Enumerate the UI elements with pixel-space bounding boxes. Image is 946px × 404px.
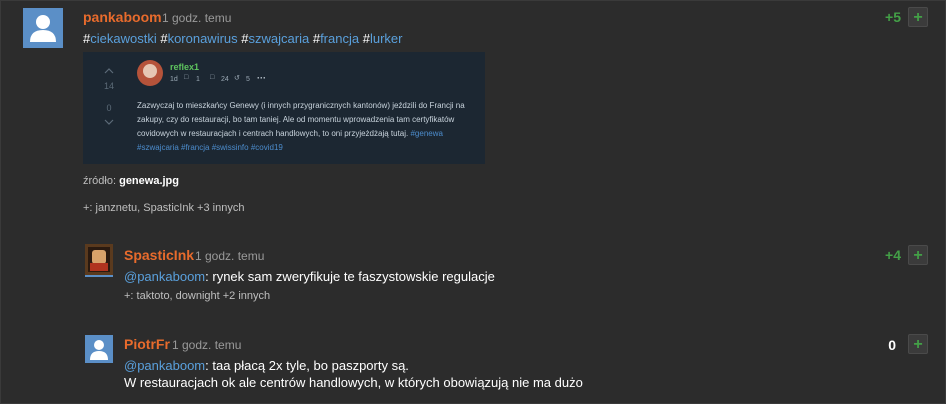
comment-text: @pankaboom: taa płacą 2x tyle, bo paszpo… bbox=[124, 358, 409, 373]
embed-more-icon: ··· bbox=[257, 73, 266, 83]
embed-up-count: 14 bbox=[103, 81, 114, 91]
post-voters[interactable]: +: janznetu, SpasticInk +3 innych bbox=[83, 202, 244, 214]
comment-time[interactable]: 1 godz. temu bbox=[172, 338, 241, 352]
embed-shares: 5 bbox=[246, 76, 250, 83]
mention-link[interactable]: @pankaboom bbox=[124, 269, 205, 284]
comment-author[interactable]: SpasticInk bbox=[124, 247, 194, 263]
embedded-image[interactable]: 14 0 reflex1 1d □ 1 □ 24 ↺ 5 ··· Zazwycz… bbox=[83, 52, 485, 164]
post-plus-button[interactable]: + bbox=[908, 7, 928, 27]
upvote-arrow-icon bbox=[104, 68, 114, 74]
embed-avatar bbox=[137, 60, 163, 86]
embed-share-icon: ↺ bbox=[234, 75, 240, 82]
avatar[interactable] bbox=[23, 8, 63, 48]
downvote-arrow-icon bbox=[104, 119, 114, 125]
tag-link[interactable]: koronawirus bbox=[168, 31, 238, 46]
embed-nick: reflex1 bbox=[170, 62, 200, 72]
tag-link[interactable]: lurker bbox=[370, 31, 403, 46]
avatar[interactable] bbox=[85, 335, 113, 363]
comment-voters[interactable]: +: taktoto, downight +2 innych bbox=[124, 290, 270, 302]
comment-score: 0 bbox=[888, 337, 896, 353]
embed-down-count: 0 bbox=[106, 103, 112, 113]
comment-plus-button[interactable]: + bbox=[908, 334, 928, 354]
tag-link[interactable]: szwajcaria bbox=[249, 31, 310, 46]
embed-bookmarks: 24 bbox=[221, 76, 229, 83]
mention-link[interactable]: @pankaboom bbox=[124, 358, 205, 373]
source-line: źródło: genewa.jpg bbox=[83, 175, 179, 187]
comment-text: @pankaboom: rynek sam zweryfikuje te fas… bbox=[124, 269, 495, 284]
embed-comments: 1 bbox=[196, 76, 200, 83]
avatar[interactable] bbox=[85, 244, 113, 277]
comment-text-line2: W restauracjach ok ale centrów handlowyc… bbox=[124, 375, 583, 390]
comment-plus-button[interactable]: + bbox=[908, 245, 928, 265]
post-author[interactable]: pankaboom bbox=[83, 9, 162, 25]
source-file-link[interactable]: genewa.jpg bbox=[119, 175, 179, 187]
comment-score: +4 bbox=[885, 247, 901, 263]
embed-age: 1d bbox=[170, 76, 178, 83]
post-time[interactable]: 1 godz. temu bbox=[162, 11, 231, 25]
post-tags: #ciekawostki #koronawirus #szwajcaria #f… bbox=[83, 31, 403, 46]
post-score: +5 bbox=[885, 9, 901, 25]
tag-link[interactable]: francja bbox=[320, 31, 359, 46]
embed-text: Zazwyczaj to mieszkańcy Genewy (i innych… bbox=[137, 101, 465, 152]
comment-author[interactable]: PiotrFr bbox=[124, 336, 170, 352]
embed-bookmark-icon: □ bbox=[210, 74, 215, 81]
tag-link[interactable]: ciekawostki bbox=[90, 31, 156, 46]
embed-comment-icon: □ bbox=[184, 74, 189, 81]
comment-time[interactable]: 1 godz. temu bbox=[195, 249, 264, 263]
